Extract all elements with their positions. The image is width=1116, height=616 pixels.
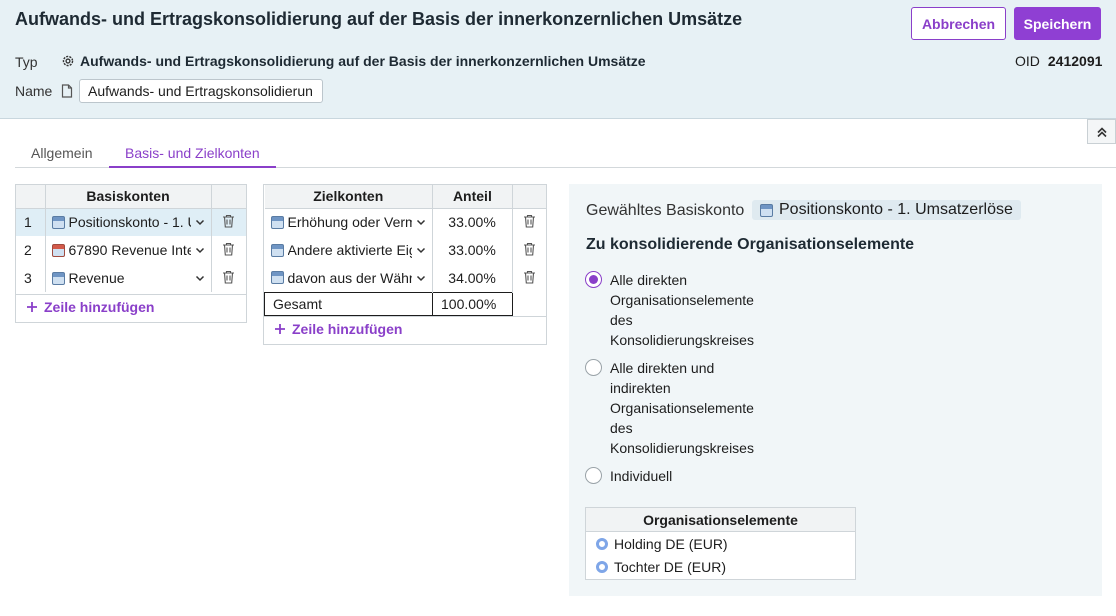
tab-allgemein[interactable]: Allgemein: [15, 141, 108, 168]
row-number: 1: [16, 208, 46, 236]
oid-label: OID: [1015, 53, 1040, 69]
account-icon: [270, 215, 284, 229]
trash-icon: [223, 214, 235, 228]
account-red-icon: [51, 243, 65, 257]
row-number-header: [16, 185, 46, 209]
delete-row-button[interactable]: [211, 264, 246, 292]
radio-button-checked[interactable]: [585, 271, 602, 288]
radio-direct[interactable]: Alle direkten Organisationselemente des …: [585, 270, 760, 350]
chevron-down-icon: [416, 275, 426, 281]
ziel-account-select[interactable]: Andere aktivierte Eigenleistungen: [264, 236, 433, 264]
basis-column-header: Basiskonten: [45, 185, 212, 209]
ziel-account-select[interactable]: Erhöhung oder Verminderung: [264, 208, 433, 236]
trash-icon: [223, 242, 235, 256]
delete-row-button[interactable]: [211, 236, 246, 264]
table-row[interactable]: 3 Revenue: [16, 264, 246, 292]
account-icon: [51, 271, 65, 285]
bullet-icon: [596, 560, 608, 573]
radio-button[interactable]: [585, 359, 602, 376]
account-icon: [760, 203, 773, 217]
trash-icon: [523, 214, 535, 228]
org-section-heading: Zu konsolidierende Organisationselemente: [586, 236, 915, 253]
table-row[interactable]: 2 67890 Revenue Intercompany: [16, 236, 246, 264]
delete-row-button[interactable]: [211, 208, 246, 236]
action-column-header: [211, 185, 246, 209]
selected-account-label: Gewähltes Basiskonto: [586, 202, 745, 219]
radio-direct-indirect[interactable]: Alle direkten und indirekten Organisatio…: [585, 358, 760, 458]
ziel-column-header: Zielkonten: [264, 185, 433, 209]
org-elements-list: Organisationselemente Holding DE (EUR) T…: [585, 507, 856, 580]
header-bar: Aufwands- und Ertragskonsolidierung auf …: [0, 0, 1116, 119]
save-button[interactable]: Speichern: [1014, 7, 1101, 40]
basis-account-select[interactable]: 67890 Revenue Intercompany: [45, 236, 212, 264]
tab-basis-und-zielkonten[interactable]: Basis- und Zielkonten: [109, 141, 276, 168]
account-icon: [270, 243, 284, 257]
detail-panel: Gewähltes Basiskonto Positionskonto - 1.…: [569, 184, 1102, 596]
list-item: Tochter DE (EUR): [586, 555, 855, 578]
chevron-down-icon: [195, 220, 204, 226]
action-column-header: [512, 185, 546, 209]
row-number: 3: [16, 264, 46, 292]
plus-icon: [27, 302, 37, 312]
oid-display: OID 2412091: [1015, 53, 1102, 69]
trash-icon: [223, 270, 235, 284]
basis-grid: Basiskonten 1 Positionskonto - 1. Umsatz…: [15, 184, 247, 323]
table-row[interactable]: Andere aktivierte Eigenleistungen 33.00%: [264, 236, 547, 264]
oid-value: 2412091: [1047, 53, 1103, 69]
trash-icon: [523, 270, 535, 284]
plus-icon: [275, 324, 285, 334]
list-item: Holding DE (EUR): [586, 532, 855, 555]
account-icon: [51, 215, 65, 229]
account-icon: [270, 271, 284, 285]
org-elements-header: Organisationselemente: [586, 508, 855, 532]
ziel-account-select[interactable]: davon aus der Währungsumrechnung: [264, 264, 433, 292]
share-value[interactable]: 33.00%: [432, 208, 513, 236]
document-icon: [61, 84, 73, 98]
gear-icon: [62, 55, 74, 67]
total-value: 100.00%: [432, 291, 513, 316]
chevron-down-icon: [195, 247, 204, 254]
bullet-icon: [596, 537, 608, 550]
add-basis-row-button[interactable]: Zeile hinzufügen: [26, 299, 154, 315]
trash-icon: [523, 242, 535, 256]
delete-row-button[interactable]: [512, 236, 546, 264]
table-row[interactable]: 1 Positionskonto - 1. Umsatzerlöse: [16, 208, 246, 236]
delete-row-button[interactable]: [512, 264, 546, 292]
name-row: [61, 79, 323, 103]
share-value[interactable]: 33.00%: [432, 236, 513, 264]
radio-individual[interactable]: Individuell: [585, 466, 760, 486]
table-row[interactable]: davon aus der Währungsumrechnung 34.00%: [264, 264, 547, 292]
cancel-button[interactable]: Abbrechen: [911, 7, 1006, 40]
delete-row-button[interactable]: [512, 208, 546, 236]
basis-account-select[interactable]: Revenue: [45, 264, 212, 292]
type-value-text: Aufwands- und Ertragskonsolidierung auf …: [80, 53, 646, 69]
share-value[interactable]: 34.00%: [432, 264, 513, 292]
ziel-grid: Zielkonten Anteil Erhöhung oder Verminde…: [263, 184, 547, 345]
radio-button[interactable]: [585, 467, 602, 484]
share-column-header: Anteil: [432, 185, 513, 209]
total-label: Gesamt: [264, 291, 433, 316]
tab-bar: Allgemein Basis- und Zielkonten: [15, 141, 1116, 168]
name-label: Name: [15, 83, 53, 99]
basis-account-select[interactable]: Positionskonto - 1. Umsatzerlöse: [45, 208, 212, 236]
type-label: Typ: [15, 54, 38, 70]
row-number: 2: [16, 236, 46, 264]
total-row: Gesamt 100.00%: [264, 291, 547, 316]
type-value: Aufwands- und Ertragskonsolidierung auf …: [61, 53, 646, 69]
chevron-down-icon: [195, 275, 204, 282]
name-input[interactable]: [79, 79, 323, 103]
table-row[interactable]: Erhöhung oder Verminderung 33.00%: [264, 208, 547, 236]
chevron-down-icon: [416, 220, 426, 226]
chevron-down-icon: [416, 247, 426, 254]
add-ziel-row-button[interactable]: Zeile hinzufügen: [274, 321, 402, 337]
chevron-double-up-icon: [1096, 126, 1107, 137]
page-title: Aufwands- und Ertragskonsolidierung auf …: [15, 9, 743, 29]
selected-account-chip: Positionskonto - 1. Umsatzerlöse: [752, 200, 1021, 220]
